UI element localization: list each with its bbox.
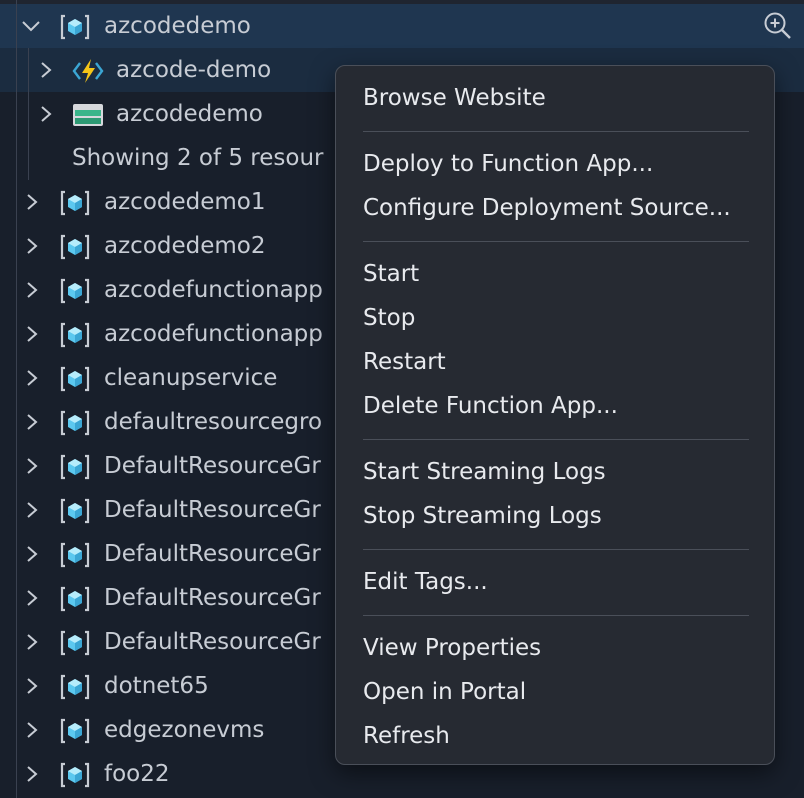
resource-group-icon: [60, 760, 90, 788]
chevron-right-icon[interactable]: [22, 620, 46, 664]
menu-item-browse-website[interactable]: Browse Website: [363, 76, 546, 120]
resource-group-icon: [60, 408, 90, 436]
resource-group-icon: [60, 628, 90, 656]
menu-item-start-streaming-logs[interactable]: Start Streaming Logs: [363, 450, 606, 494]
chevron-right-icon[interactable]: [22, 224, 46, 268]
tree-item-label: azcodefunctionapp: [104, 321, 323, 347]
context-menu: Browse Website Deploy to Function App... C…: [335, 65, 775, 765]
tree-item-label: DefaultResourceGr: [104, 585, 321, 611]
chevron-right-icon[interactable]: [36, 92, 60, 136]
menu-separator: [363, 131, 749, 132]
menu-item-view-properties[interactable]: View Properties: [363, 626, 541, 670]
tree-item-label: foo22: [104, 761, 170, 787]
tree-edge-guide: [16, 0, 17, 798]
resource-group-icon: [60, 320, 90, 348]
resource-group-icon: [60, 232, 90, 260]
chevron-right-icon[interactable]: [22, 400, 46, 444]
resource-group-icon: [60, 188, 90, 216]
resource-group-icon: [60, 584, 90, 612]
menu-separator: [363, 615, 749, 616]
menu-item-stop[interactable]: Stop: [363, 296, 415, 340]
resource-group-icon: [60, 12, 90, 40]
indent-guide: [28, 48, 29, 180]
chevron-right-icon[interactable]: [22, 576, 46, 620]
tree-item-label: azcodedemo1: [104, 189, 266, 215]
chevron-right-icon[interactable]: [22, 268, 46, 312]
menu-item-open-in-portal[interactable]: Open in Portal: [363, 670, 526, 714]
menu-separator: [363, 241, 749, 242]
chevron-right-icon[interactable]: [22, 312, 46, 356]
menu-separator: [363, 439, 749, 440]
resource-group-icon: [60, 716, 90, 744]
chevron-right-icon[interactable]: [22, 444, 46, 488]
tree-item-label: DefaultResourceGr: [104, 453, 321, 479]
function-app-icon: [72, 56, 104, 84]
chevron-right-icon[interactable]: [22, 180, 46, 224]
chevron-right-icon[interactable]: [22, 664, 46, 708]
menu-item-stop-streaming-logs[interactable]: Stop Streaming Logs: [363, 494, 602, 538]
menu-item-configure-deployment-source[interactable]: Configure Deployment Source...: [363, 186, 731, 230]
menu-item-delete-function-app[interactable]: Delete Function App...: [363, 384, 618, 428]
resource-group-icon: [60, 276, 90, 304]
menu-item-start[interactable]: Start: [363, 252, 419, 296]
tree-item-label: dotnet65: [104, 673, 209, 699]
tree-item-label: DefaultResourceGr: [104, 497, 321, 523]
azure-resources-view: azcodedemo azcode-demo azcodedemo Showin…: [0, 0, 804, 798]
tree-item-label: defaultresourcegro: [104, 409, 323, 435]
resource-group-icon: [60, 496, 90, 524]
tree-item-label: azcodedemo: [116, 101, 263, 127]
resource-group-icon: [60, 672, 90, 700]
chevron-right-icon[interactable]: [22, 708, 46, 752]
zoom-in-icon[interactable]: [762, 10, 794, 42]
resource-group-icon: [60, 540, 90, 568]
tree-item-label: azcodedemo2: [104, 233, 266, 259]
tree-item-label: azcodefunctionapp: [104, 277, 323, 303]
tree-item-label: edgezonevms: [104, 717, 265, 743]
chevron-right-icon[interactable]: [22, 488, 46, 532]
tree-item-label: azcodedemo: [104, 13, 251, 39]
resource-group-icon: [60, 452, 90, 480]
tree-item-label: cleanupservice: [104, 365, 278, 391]
menu-item-restart[interactable]: Restart: [363, 340, 446, 384]
tree-item-label: azcode-demo: [116, 57, 272, 83]
showing-count-label: Showing 2 of 5 resour: [72, 145, 324, 171]
tree-item-label: DefaultResourceGr: [104, 541, 321, 567]
chevron-right-icon[interactable]: [22, 752, 46, 796]
menu-separator: [363, 549, 749, 550]
tree-item-azcodedemo[interactable]: azcodedemo: [0, 4, 804, 48]
menu-item-deploy-to-function-app[interactable]: Deploy to Function App...: [363, 142, 653, 186]
chevron-right-icon[interactable]: [22, 532, 46, 576]
chevron-right-icon[interactable]: [22, 356, 46, 400]
resource-group-icon: [60, 364, 90, 392]
storage-account-icon: [72, 100, 103, 128]
chevron-down-icon[interactable]: [20, 4, 44, 48]
menu-item-edit-tags[interactable]: Edit Tags...: [363, 560, 488, 604]
menu-item-refresh[interactable]: Refresh: [363, 714, 450, 758]
chevron-right-icon[interactable]: [36, 48, 60, 92]
tree-item-label: DefaultResourceGr: [104, 629, 321, 655]
